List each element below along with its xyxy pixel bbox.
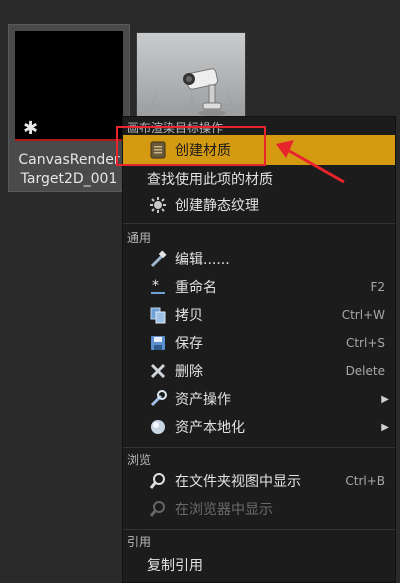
section-header-browse: 浏览 xyxy=(127,453,152,467)
asset-label-line2: Target2D_001 xyxy=(20,171,118,187)
menu-item-label: 创建材质 xyxy=(175,143,231,159)
menu-item-label: 拷贝 xyxy=(175,308,203,324)
annotation-arrow-icon xyxy=(276,140,345,184)
menu-item-label: 在文件夹视图中显示 xyxy=(175,474,301,490)
shortcut-label: Ctrl+B xyxy=(345,474,385,488)
menu-item-save[interactable]: 保存 Ctrl+S xyxy=(123,329,395,357)
menu-item-label: 删除 xyxy=(175,364,203,380)
globe-icon xyxy=(147,416,169,438)
rename-icon: * xyxy=(147,276,169,298)
search-icon xyxy=(147,498,169,520)
menu-item-create-material[interactable]: 创建材质 xyxy=(123,135,395,165)
menu-item-show-in-explorer: 在浏览器中显示 xyxy=(123,495,395,523)
delete-icon xyxy=(147,360,169,382)
menu-item-label: 编辑...... xyxy=(175,252,230,268)
menu-item-asset-localization[interactable]: 资产本地化 ▶ xyxy=(123,413,395,441)
section-header-render-target-actions: 画布渲染目标操作 xyxy=(127,121,224,135)
section-header-general: 通用 xyxy=(127,231,152,245)
menu-item-label: 复制引用 xyxy=(147,558,203,574)
menu-item-label: 资产本地化 xyxy=(175,420,245,436)
menu-divider xyxy=(123,529,395,530)
menu-item-show-in-folder-view[interactable]: 在文件夹视图中显示 Ctrl+B xyxy=(123,467,395,495)
shortcut-label: Delete xyxy=(345,364,385,378)
shortcut-label: Ctrl+W xyxy=(341,308,385,322)
menu-item-find-materials-using-this[interactable]: 查找使用此项的材质 xyxy=(123,165,395,193)
edit-icon xyxy=(147,248,169,270)
asset-tile-canvas-render-target[interactable]: ✱ CanvasRender Target2D_001 xyxy=(8,24,130,192)
shortcut-label: F2 xyxy=(370,280,385,294)
copy-icon xyxy=(147,304,169,326)
menu-item-label: 资产操作 xyxy=(175,392,231,408)
context-menu: 画布渲染目标操作 创建材质 查找使用此项的材质 创建静态纹理 通用 编辑....… xyxy=(122,116,396,583)
menu-item-label: 重命名 xyxy=(175,280,217,296)
submenu-arrow-icon: ▶ xyxy=(381,393,389,405)
section-header-references: 引用 xyxy=(127,535,152,549)
save-icon xyxy=(147,332,169,354)
texture-icon xyxy=(147,194,169,216)
menu-item-copy[interactable]: 拷贝 Ctrl+W xyxy=(123,301,395,329)
menu-item-asset-actions[interactable]: 资产操作 ▶ xyxy=(123,385,395,413)
menu-item-create-static-texture[interactable]: 创建静态纹理 xyxy=(123,191,395,219)
svg-text:*: * xyxy=(152,278,159,294)
asterisk-icon: ✱ xyxy=(23,118,39,139)
asset-label-line1: CanvasRender xyxy=(18,152,120,168)
menu-item-copy-reference[interactable]: 复制引用 xyxy=(123,551,395,579)
asset-label: CanvasRender Target2D_001 xyxy=(9,151,129,189)
wrench-icon xyxy=(147,388,169,410)
menu-divider xyxy=(123,223,395,224)
shortcut-label: Ctrl+S xyxy=(345,336,385,350)
search-icon xyxy=(147,470,169,492)
material-icon xyxy=(147,139,169,161)
menu-item-label: 保存 xyxy=(175,336,203,352)
menu-item-label: 在浏览器中显示 xyxy=(175,502,273,518)
submenu-arrow-icon: ▶ xyxy=(381,421,389,433)
menu-item-label: 查找使用此项的材质 xyxy=(147,172,273,188)
menu-item-label: 创建静态纹理 xyxy=(175,198,259,214)
menu-item-edit[interactable]: 编辑...... xyxy=(123,245,395,273)
menu-divider xyxy=(123,447,395,448)
asset-thumbnail: ✱ xyxy=(15,31,123,141)
menu-item-rename[interactable]: * 重命名 F2 xyxy=(123,273,395,301)
menu-item-delete[interactable]: 删除 Delete xyxy=(123,357,395,385)
